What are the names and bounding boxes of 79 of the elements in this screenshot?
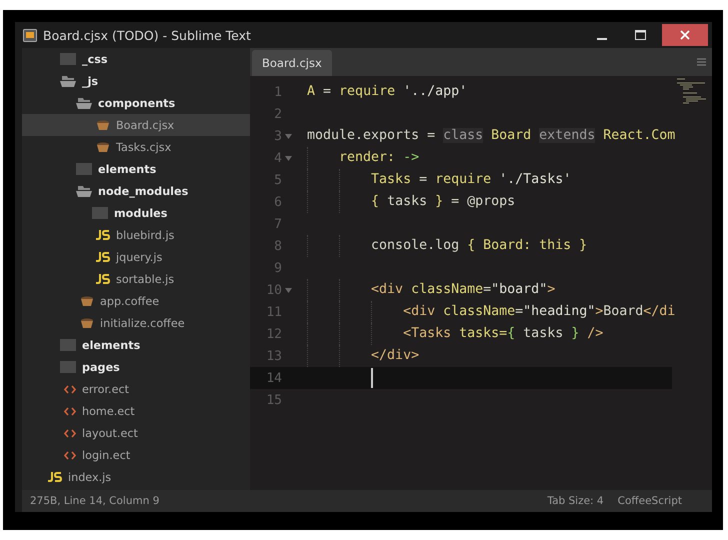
sidebar-folder[interactable]: elements (22, 158, 250, 180)
sidebar-file[interactable]: Board.cjsx (22, 114, 250, 136)
open-folder-icon (76, 186, 92, 196)
line-number: 13 (265, 348, 282, 364)
code-line: Tasks = require './Tasks' (307, 169, 572, 191)
maximize-icon (634, 30, 646, 40)
folder-icon (60, 53, 76, 65)
app-icon (23, 28, 37, 42)
sidebar-file[interactable]: jquery.js (22, 246, 250, 268)
syntax-mode[interactable]: CoffeeScript (618, 495, 682, 507)
file-tab[interactable]: Board.cjsx (252, 50, 332, 76)
code-brackets-icon (64, 384, 76, 394)
folder-icon (60, 361, 76, 373)
sidebar-file[interactable]: Tasks.cjsx (22, 136, 250, 158)
code-brackets-icon (64, 450, 76, 460)
sidebar-file[interactable]: home.ect (22, 400, 250, 422)
code-line: A = require '../app' (307, 83, 468, 101)
js-file-icon (48, 472, 62, 482)
line-number: 8 (273, 238, 282, 254)
sidebar-folder[interactable]: node_modules (22, 180, 250, 202)
js-file-icon (96, 252, 110, 262)
line-number: 6 (273, 194, 282, 210)
code-line: console.log { Board: this } (307, 235, 588, 257)
folder-icon (76, 163, 92, 175)
code-line: <Tasks tasks={ tasks } /> (307, 323, 604, 345)
line-number: 11 (265, 304, 282, 320)
sidebar-folder[interactable]: pages (22, 356, 250, 378)
line-number: 4 (273, 150, 282, 166)
sidebar-file[interactable]: index.js (22, 466, 250, 488)
sidebar-file[interactable]: login.ect (22, 444, 250, 466)
sidebar-folder[interactable]: components (22, 92, 250, 114)
open-folder-icon (76, 98, 92, 108)
cup-icon (80, 318, 94, 328)
cup-icon (96, 120, 110, 130)
line-number: 15 (265, 392, 282, 408)
sidebar-folder[interactable]: _js (22, 70, 250, 92)
tab-size[interactable]: Tab Size: 4 (547, 495, 604, 507)
sidebar-folder[interactable]: _css (22, 48, 250, 70)
fold-arrow-icon[interactable] (285, 156, 292, 160)
code-line: <div className="heading">Board</di (307, 301, 676, 323)
sidebar-file[interactable]: layout.ect (22, 422, 250, 444)
close-button[interactable] (662, 24, 708, 46)
line-number: 2 (273, 106, 282, 122)
close-icon (680, 30, 690, 40)
sidebar-folder[interactable]: elements (22, 334, 250, 356)
cup-icon (80, 296, 94, 306)
sidebar-file[interactable]: bluebird.js (22, 224, 250, 246)
sidebar-file[interactable]: error.ect (22, 378, 250, 400)
line-number: 3 (273, 128, 282, 144)
sidebar-file[interactable]: app.coffee (22, 290, 250, 312)
js-file-icon (96, 230, 110, 240)
sidebar-file[interactable]: initialize.coffee (22, 312, 250, 334)
window-title: Board.cjsx (TODO) - Sublime Text (43, 28, 252, 42)
code-line: { tasks } = @props (307, 191, 516, 213)
line-number: 9 (273, 260, 282, 276)
sidebar-file[interactable]: sortable.js (22, 268, 250, 290)
code-line: render: -> (307, 147, 420, 169)
line-number: 10 (265, 282, 282, 298)
cursor-position: 275B, Line 14, Column 9 (30, 495, 160, 507)
line-number: 12 (265, 326, 282, 342)
code-line: module.exports = class Board extends React.Com (307, 127, 676, 145)
code-brackets-icon (64, 406, 76, 416)
cup-icon (96, 142, 110, 152)
code-line: <div className="board"> (307, 279, 556, 301)
text-cursor (371, 368, 373, 388)
open-folder-icon (60, 76, 76, 86)
sidebar-folder[interactable]: modules (22, 202, 250, 224)
folder-icon (60, 339, 76, 351)
fold-arrow-icon[interactable] (285, 134, 292, 138)
line-number: 5 (273, 172, 282, 188)
fold-arrow-icon[interactable] (285, 288, 292, 292)
minimize-icon (597, 38, 607, 40)
code-brackets-icon (64, 428, 76, 438)
line-number: 1 (273, 84, 282, 100)
js-file-icon (96, 274, 110, 284)
line-number: 14 (265, 370, 282, 386)
folder-icon (92, 207, 108, 219)
line-number: 7 (273, 216, 282, 232)
menu-icon[interactable] (697, 58, 706, 66)
